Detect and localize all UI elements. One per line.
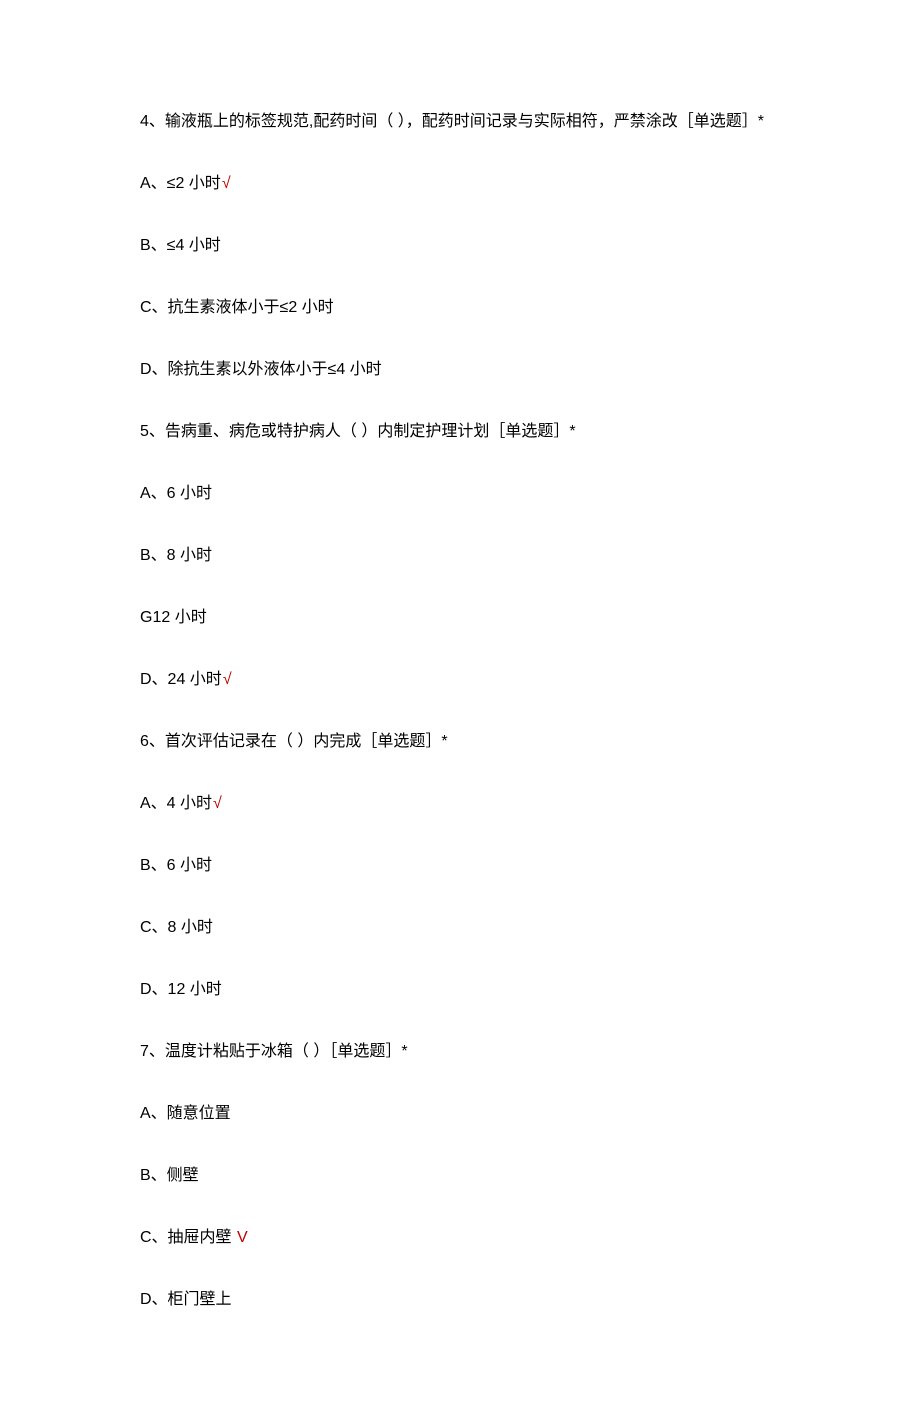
q5-option-c: G12 小时 [140, 606, 780, 630]
q5-text: 5、告病重、病危或特护病人（ ）内制定护理计划［单选题］* [140, 420, 780, 444]
q7-option-c: C、抽屉内壁 V [140, 1226, 780, 1250]
q5-option-d-mark: √ [223, 671, 232, 688]
q6-option-a-text: A、4 小时 [140, 795, 212, 812]
q7-text: 7、温度计粘贴于冰箱（ ）［单选题］* [140, 1040, 780, 1064]
q7-option-c-mark: V [233, 1229, 248, 1246]
q4-text: 4、输液瓶上的标签规范,配药时间（ ），配药时间记录与实际相符，严禁涂改［单选题… [140, 110, 780, 134]
q7-option-a: A、随意位置 [140, 1102, 780, 1126]
q4-option-a-text: A、≤2 小时 [140, 175, 221, 192]
q6-option-a-mark: √ [213, 795, 222, 812]
q6-text: 6、首次评估记录在（ ）内完成［单选题］* [140, 730, 780, 754]
q5-option-d-text: D、24 小时 [140, 671, 222, 688]
q7-option-d: D、柜门壁上 [140, 1288, 780, 1312]
q7-option-b: B、侧壁 [140, 1164, 780, 1188]
q6-option-c: C、8 小时 [140, 916, 780, 940]
q6-option-d: D、12 小时 [140, 978, 780, 1002]
q4-option-d: D、除抗生素以外液体小于≤4 小时 [140, 358, 780, 382]
q7-option-c-text: C、抽屉内壁 [140, 1229, 232, 1246]
q5-option-b: B、8 小时 [140, 544, 780, 568]
q4-option-b: B、≤4 小时 [140, 234, 780, 258]
q5-option-a: A、6 小时 [140, 482, 780, 506]
q6-option-a: A、4 小时√ [140, 792, 780, 816]
q4-option-a: A、≤2 小时√ [140, 172, 780, 196]
q4-option-c: C、抗生素液体小于≤2 小时 [140, 296, 780, 320]
q4-option-a-mark: √ [222, 175, 231, 192]
q5-option-d: D、24 小时√ [140, 668, 780, 692]
q6-option-b: B、6 小时 [140, 854, 780, 878]
